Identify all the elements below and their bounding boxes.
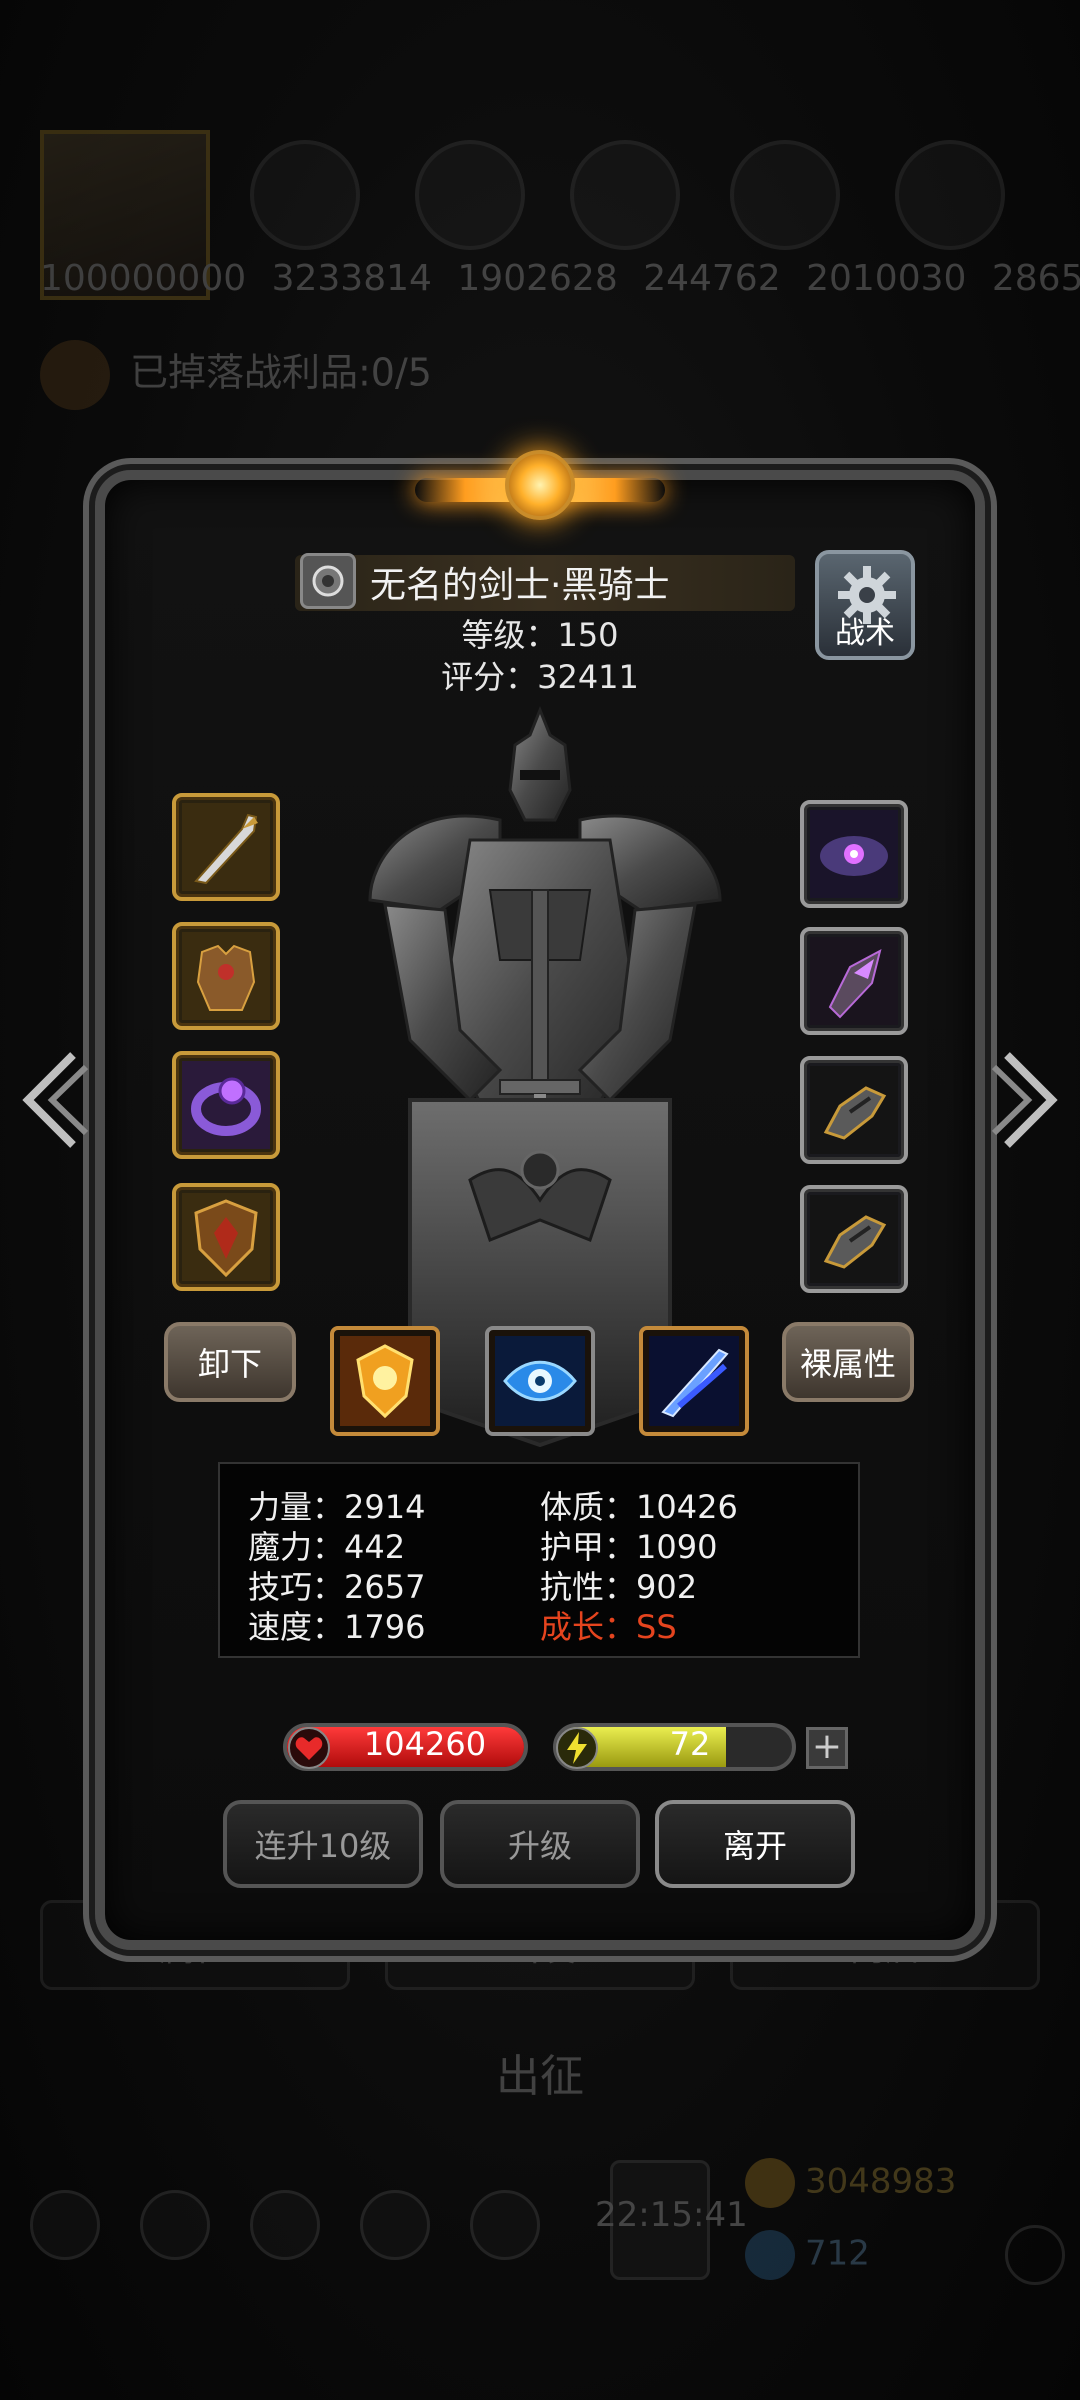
dark-shard-icon [810, 937, 898, 1025]
equip-slot-accessory[interactable] [800, 927, 908, 1035]
level-up-10-button[interactable]: 连升10级 [223, 1800, 423, 1888]
energy-value: 72 [669, 1725, 711, 1763]
skill-slot-2[interactable] [485, 1326, 595, 1436]
gold-coin-icon [745, 2158, 795, 2208]
hero-class-icon [300, 553, 356, 609]
level-up-button[interactable]: 升级 [440, 1800, 640, 1888]
equip-slot-weapon[interactable] [172, 793, 280, 901]
resource-icon [415, 140, 525, 250]
chevron-left-icon [22, 1052, 89, 1148]
menu-icon[interactable] [140, 2190, 210, 2260]
eye-skill-icon [495, 1336, 585, 1426]
blade-slash-skill-icon [649, 1336, 739, 1426]
shield-icon [182, 1193, 270, 1281]
unequip-button[interactable]: 卸下 [164, 1322, 296, 1402]
resource-count: 3233814 [271, 258, 432, 299]
equip-slot-gloves[interactable] [800, 1056, 908, 1164]
dark-gem-icon [810, 810, 898, 898]
loot-text: 已掉落战利品:0/5 [130, 350, 432, 395]
next-hero-arrow[interactable] [991, 1045, 1062, 1155]
fire-shield-skill-icon [340, 1336, 430, 1426]
loot-icon [40, 340, 110, 410]
resource-icon [895, 140, 1005, 250]
equip-slot-armor[interactable] [172, 922, 280, 1030]
ring-icon [182, 1061, 270, 1149]
spear-icon [182, 803, 270, 891]
hero-name: 无名的剑士·黑骑士 [370, 565, 670, 606]
gem-icon [745, 2230, 795, 2280]
menu-icon[interactable] [30, 2190, 100, 2260]
gauntlet-icon [810, 1195, 898, 1283]
menu-icon[interactable] [470, 2190, 540, 2260]
gem-count: 712 [745, 2230, 870, 2280]
resource-count: 244762 [643, 258, 781, 299]
hero-level: 等级：150 [461, 616, 619, 654]
expedition-label[interactable]: 出征 [0, 2040, 1080, 2104]
armor-icon [182, 932, 270, 1020]
naked-attributes-button[interactable]: 裸属性 [782, 1322, 914, 1402]
resource-counts: 100000000 3233814 1902628 244762 2010030… [40, 258, 1080, 299]
tactics-label: 战术 [835, 616, 895, 651]
loot-progress: 已掉落战利品:0/5 [40, 340, 432, 410]
equip-slot-ring[interactable] [172, 1051, 280, 1159]
lightning-icon [556, 1727, 598, 1769]
add-icon[interactable] [1005, 2225, 1065, 2285]
hp-value: 104260 [363, 1725, 487, 1763]
chevron-right-icon [991, 1052, 1058, 1148]
resource-count: 2010030 [806, 258, 967, 299]
equip-slot-boots[interactable] [800, 1185, 908, 1293]
previous-hero-arrow[interactable] [18, 1045, 89, 1155]
add-energy-button[interactable]: + [806, 1727, 848, 1769]
resource-icon [570, 140, 680, 250]
leave-button[interactable]: 离开 [655, 1800, 855, 1888]
resource-count: 1902628 [457, 258, 618, 299]
crest-emblem [415, 440, 665, 540]
resource-count: 100000000 [40, 258, 247, 299]
menu-icon[interactable] [360, 2190, 430, 2260]
menu-icon[interactable] [250, 2190, 320, 2260]
gem-value: 712 [805, 2233, 870, 2274]
resource-icon [250, 140, 360, 250]
gold-value: 3048983 [805, 2161, 957, 2202]
stat-speed: 速度：1796 [248, 1608, 426, 1646]
gauntlet-icon [810, 1066, 898, 1154]
resource-icon [730, 140, 840, 250]
skill-slot-3[interactable] [639, 1326, 749, 1436]
timer: 22:15:41 [595, 2195, 748, 2235]
hero-score: 评分：32411 [441, 658, 639, 696]
tactics-button[interactable]: 战术 [815, 550, 915, 660]
resource-count: 2865556 [991, 258, 1080, 299]
crest-gem-icon [505, 450, 575, 520]
equip-slot-shield[interactable] [172, 1183, 280, 1291]
gold-count: 3048983 [745, 2158, 956, 2208]
heart-icon [288, 1727, 330, 1769]
skill-slot-1[interactable] [330, 1326, 440, 1436]
stat-growth: 成长：SS [540, 1608, 677, 1646]
bottom-icon-row [30, 2190, 540, 2260]
equip-slot-gem[interactable] [800, 800, 908, 908]
